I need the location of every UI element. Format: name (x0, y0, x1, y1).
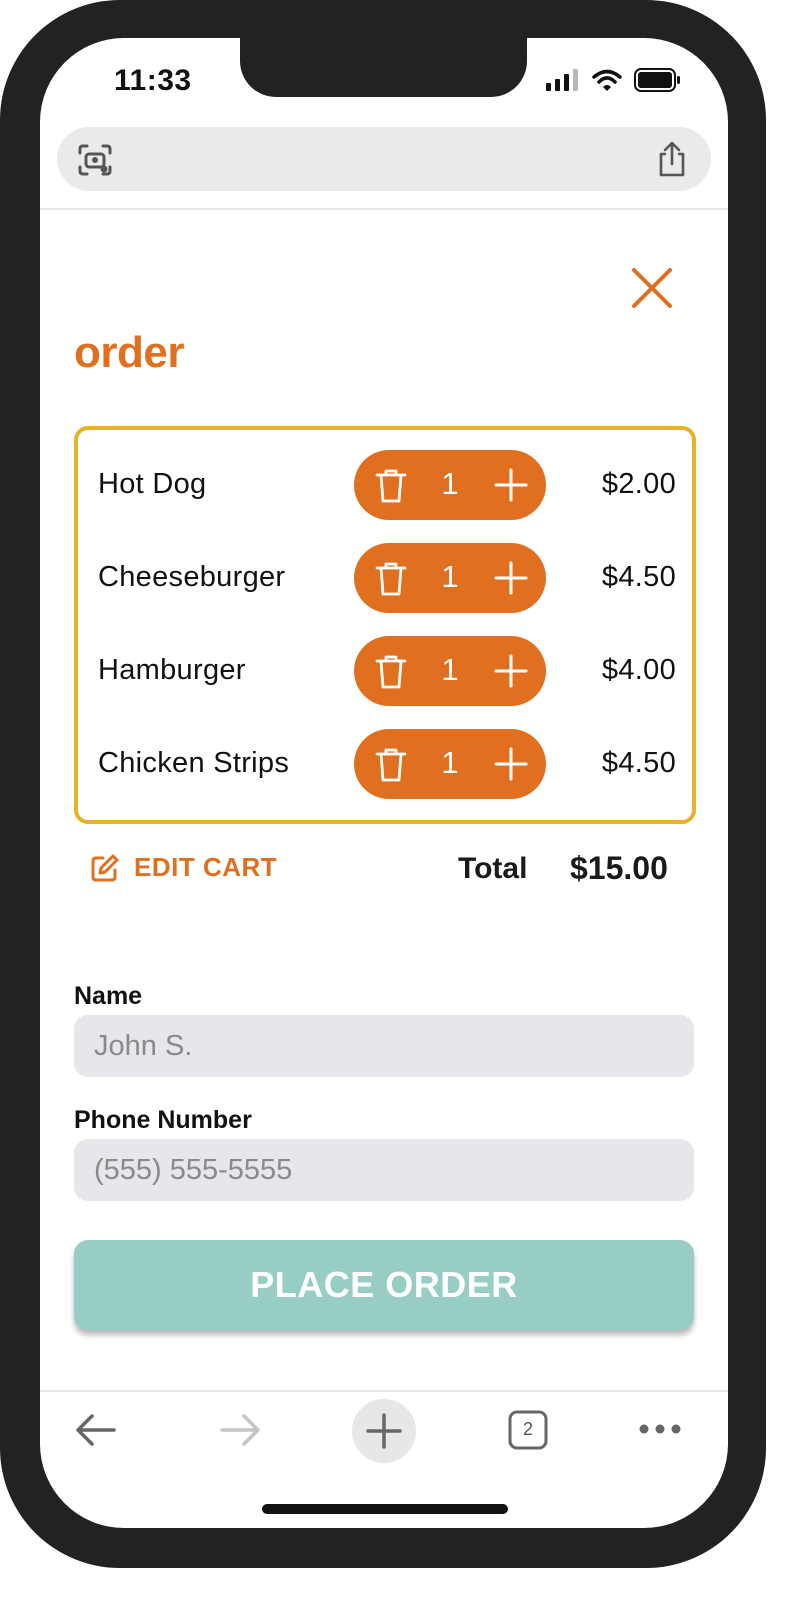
brand-title: order (74, 328, 184, 377)
tabs-count: 2 (522, 1419, 533, 1439)
phone-field[interactable] (74, 1139, 694, 1201)
new-tab-button[interactable] (352, 1399, 416, 1463)
divider (40, 208, 728, 210)
quantity-stepper: 1 (354, 729, 546, 799)
quantity-value: 1 (441, 652, 459, 687)
notch (240, 38, 527, 97)
cart-item-name: Hamburger (98, 654, 246, 686)
plus-icon[interactable] (494, 468, 528, 502)
quantity-value: 1 (441, 745, 459, 780)
quantity-stepper: 1 (354, 636, 546, 706)
share-icon[interactable] (657, 141, 687, 177)
plus-icon[interactable] (494, 654, 528, 688)
cart-list: Hot Dog 1 $2.00 Cheeseburger 1 $4.50 Ham… (74, 426, 696, 824)
status-icons (546, 68, 682, 92)
name-label: Name (74, 982, 143, 1010)
camera-lens-icon[interactable] (77, 143, 113, 177)
status-time: 11:33 (114, 64, 192, 97)
address-bar[interactable] (57, 127, 711, 191)
trash-icon[interactable] (374, 747, 408, 783)
trash-icon[interactable] (374, 468, 408, 504)
back-arrow-icon[interactable] (74, 1412, 118, 1448)
cart-item-name: Cheeseburger (98, 561, 286, 593)
cart-item-row: Cheeseburger 1 $4.50 (98, 543, 676, 613)
home-indicator (262, 1504, 508, 1514)
wifi-icon (592, 69, 622, 91)
close-icon[interactable] (630, 266, 674, 310)
total-label: Total (458, 852, 528, 885)
name-field[interactable] (74, 1015, 694, 1077)
quantity-stepper: 1 (354, 543, 546, 613)
battery-icon (634, 68, 680, 92)
forward-arrow-icon[interactable] (218, 1412, 262, 1448)
place-order-button[interactable]: PLACE ORDER (74, 1240, 694, 1330)
more-icon[interactable] (638, 1423, 682, 1435)
quantity-value: 1 (441, 559, 459, 594)
divider (40, 1390, 728, 1392)
cart-item-price: $4.50 (601, 747, 676, 779)
new-tab-plus-icon (366, 1413, 402, 1449)
edit-cart-label: EDIT CART (134, 852, 278, 882)
quantity-value: 1 (441, 466, 459, 501)
total-value: $15.00 (570, 850, 668, 886)
cart-item-price: $4.00 (601, 654, 676, 686)
quantity-stepper: 1 (354, 450, 546, 520)
cart-item-name: Hot Dog (98, 468, 207, 500)
phone-frame: 11:33 order Hot Dog 1 $2.00 Cheeseburger… (0, 0, 766, 1568)
plus-icon[interactable] (494, 561, 528, 595)
trash-icon[interactable] (374, 654, 408, 690)
cart-item-row: Chicken Strips 1 $4.50 (98, 729, 676, 799)
screen: 11:33 order Hot Dog 1 $2.00 Cheeseburger… (40, 38, 728, 1528)
cart-item-row: Hot Dog 1 $2.00 (98, 450, 676, 520)
cart-item-row: Hamburger 1 $4.00 (98, 636, 676, 706)
tabs-button[interactable]: 2 (508, 1410, 548, 1450)
trash-icon[interactable] (374, 561, 408, 597)
signal-icon (546, 69, 578, 91)
edit-cart-button[interactable]: EDIT CART (90, 852, 277, 883)
cart-item-price: $2.00 (601, 468, 676, 500)
cart-item-price: $4.50 (601, 561, 676, 593)
plus-icon[interactable] (494, 747, 528, 781)
phone-label: Phone Number (74, 1106, 252, 1134)
cart-item-name: Chicken Strips (98, 747, 290, 779)
edit-icon (91, 854, 119, 881)
